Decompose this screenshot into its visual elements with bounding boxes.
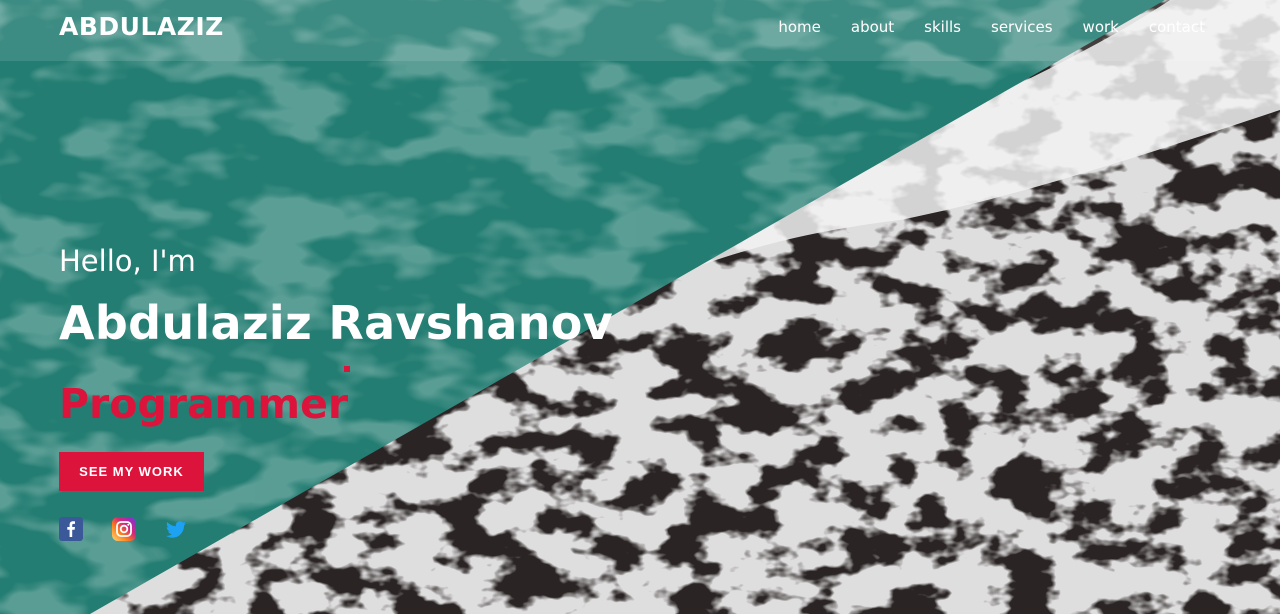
nav-link-services[interactable]: services (991, 18, 1053, 36)
hero-name: Abdulaziz Ravshanov (59, 296, 613, 350)
nav-link-about[interactable]: about (851, 18, 894, 36)
nav-link-home[interactable]: home (778, 18, 821, 36)
hero-role: Programmer (59, 380, 349, 428)
instagram-icon[interactable] (112, 517, 136, 541)
hero-section: ABDULAZIZ home about skills services wor… (0, 0, 1280, 614)
hero-greeting: Hello, I'm (59, 244, 196, 278)
navbar: ABDULAZIZ home about skills services wor… (0, 0, 1280, 61)
twitter-icon[interactable] (164, 517, 188, 541)
nav-link-contact[interactable]: contact (1149, 18, 1205, 36)
nav-links: home about skills services work contact (778, 18, 1205, 36)
site-logo[interactable]: ABDULAZIZ (59, 12, 224, 41)
nav-link-skills[interactable]: skills (924, 18, 961, 36)
see-my-work-button[interactable]: SEE MY WORK (59, 452, 204, 491)
facebook-icon[interactable] (59, 517, 83, 541)
typing-cursor-dot (344, 366, 350, 372)
nav-link-work[interactable]: work (1083, 18, 1119, 36)
